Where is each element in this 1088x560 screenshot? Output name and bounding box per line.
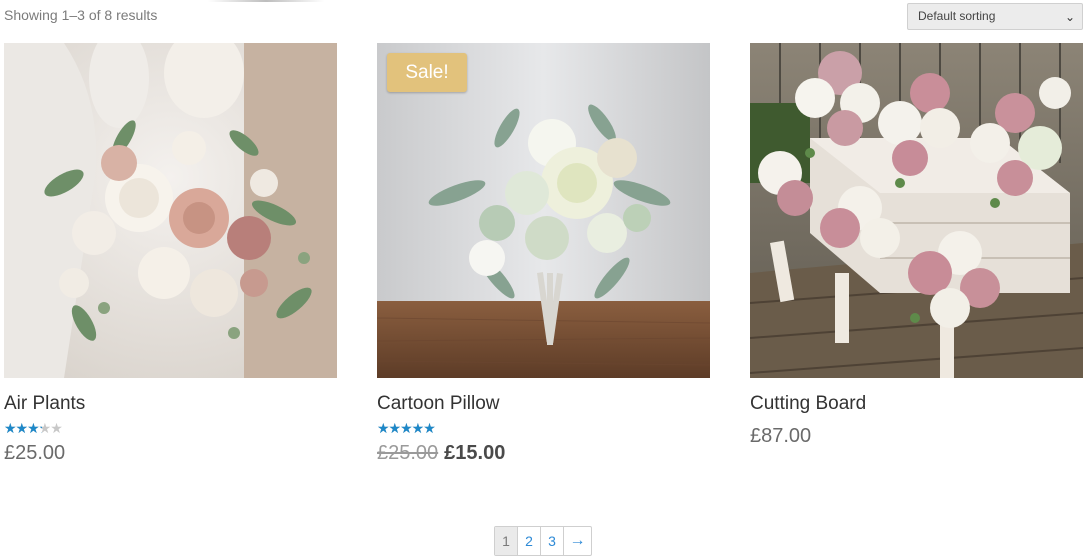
sort-dropdown[interactable]: Default sorting ⌄ <box>907 3 1083 30</box>
product-title[interactable]: Cutting Board <box>750 393 1083 415</box>
product-card-air-plants[interactable]: Air Plants ★★★★★ ★★★★★ £25.00 <box>4 43 337 465</box>
product-price: £25.00 £15.00 <box>377 442 710 465</box>
product-title[interactable]: Cartoon Pillow <box>377 393 710 415</box>
header-divider <box>208 0 324 2</box>
sort-selected-label: Default sorting <box>918 9 996 23</box>
rating-filled-stars: ★★★★★ <box>4 421 42 435</box>
price-amount: £25.00 <box>4 442 66 464</box>
chevron-down-icon: ⌄ <box>1064 10 1075 24</box>
product-price: £25.00 <box>4 442 337 465</box>
rating-filled-stars: ★★★★★ <box>377 421 436 435</box>
result-count: Showing 1–3 of 8 results <box>4 7 158 23</box>
star-rating: ★★★★★ ★★★★★ <box>377 421 441 435</box>
product-image[interactable] <box>750 43 1083 378</box>
product-card-cartoon-pillow[interactable]: Sale! Cartoon Pillow ★★★★★ ★★★★★ £25.00 £… <box>377 43 710 465</box>
product-image[interactable]: Sale! <box>377 43 710 378</box>
product-title[interactable]: Air Plants <box>4 393 337 415</box>
price-sale: £15.00 <box>444 442 506 464</box>
product-card-cutting-board[interactable]: Cutting Board £87.00 <box>750 43 1083 448</box>
page-1: 1 <box>495 527 517 555</box>
next-page-arrow-icon[interactable]: → <box>563 527 591 555</box>
star-rating: ★★★★★ ★★★★★ <box>4 421 68 435</box>
pagination: 1 2 3 → <box>494 526 592 556</box>
price-amount: £87.00 <box>750 425 812 447</box>
page-2[interactable]: 2 <box>517 527 540 555</box>
price-old: £25.00 <box>377 442 439 464</box>
product-image[interactable] <box>4 43 337 378</box>
page-3[interactable]: 3 <box>540 527 563 555</box>
sale-badge: Sale! <box>387 53 467 92</box>
product-price: £87.00 <box>750 425 1083 448</box>
